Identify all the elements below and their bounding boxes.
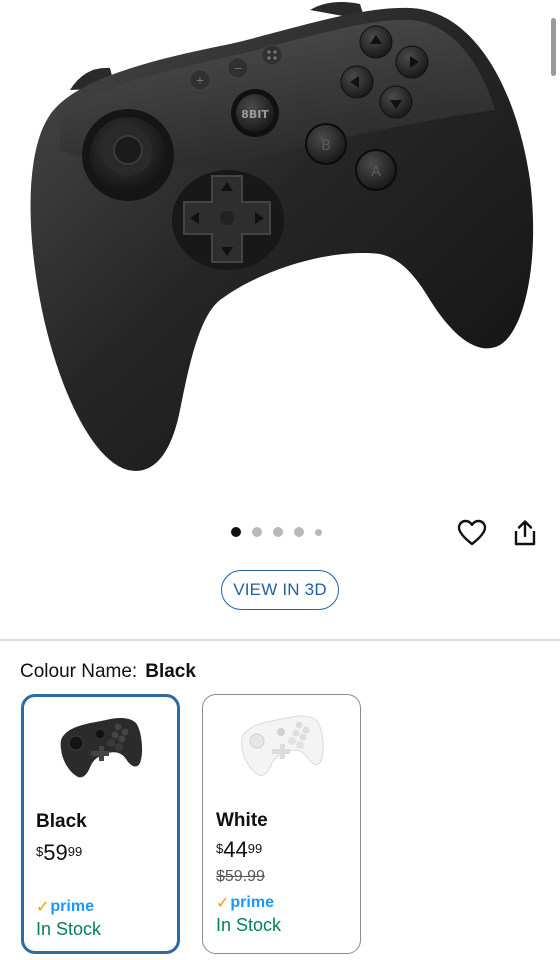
wishlist-button[interactable]	[456, 517, 488, 549]
prime-badge: ✓ prime	[36, 897, 94, 917]
gallery-dot[interactable]	[273, 527, 283, 537]
svg-text:A: A	[371, 164, 381, 180]
variant-thumbnail	[240, 715, 324, 776]
prime-check-icon: ✓	[216, 895, 230, 912]
price-fraction: 99	[67, 844, 83, 859]
svg-text:−: −	[233, 62, 242, 75]
gallery-dot[interactable]	[252, 527, 262, 537]
colour-value: Black	[145, 661, 196, 682]
product-image[interactable]: 8BIT + − B A	[0, 0, 560, 500]
colour-name-row: Colour Name: Black	[20, 659, 196, 685]
variant-price: $5999	[36, 840, 82, 866]
section-divider	[0, 639, 560, 641]
prime-label: prime	[50, 898, 94, 915]
colour-label: Colour Name:	[20, 661, 138, 682]
was-price: $59.99	[216, 868, 265, 885]
svg-text:+: +	[195, 74, 204, 87]
gallery-dot[interactable]	[315, 528, 322, 536]
price-whole: 59	[43, 840, 68, 865]
left-analog-stick	[82, 109, 174, 201]
prime-label: prime	[230, 894, 274, 911]
controller-illustration: 8BIT + − B A	[30, 2, 534, 471]
prime-check-icon: ✓	[36, 899, 50, 916]
view-in-3d-button[interactable]: VIEW IN 3D	[221, 570, 339, 610]
price-whole: 44	[223, 837, 248, 862]
variant-thumbnail	[60, 718, 142, 778]
svg-text:B: B	[321, 138, 331, 154]
b-button: B	[305, 123, 347, 165]
variant-price: $4499	[216, 837, 262, 863]
svg-text:8BIT: 8BIT	[241, 108, 269, 121]
price-fraction: 99	[247, 841, 263, 856]
heart-icon	[457, 519, 487, 546]
variant-name: White	[216, 810, 268, 831]
price-symbol: $	[36, 844, 44, 859]
gallery-dot[interactable]	[231, 527, 241, 537]
a-button: A	[355, 149, 397, 191]
stock-status: In Stock	[36, 919, 102, 939]
variant-white[interactable]: White $4499 $59.99 ✓ prime In Stock	[202, 694, 361, 954]
variant-black[interactable]: Black $5999 ✓ prime In Stock	[21, 694, 180, 954]
share-icon	[514, 520, 536, 546]
stock-status: In Stock	[216, 915, 282, 935]
variant-name: Black	[36, 811, 87, 832]
gallery-pagination	[231, 527, 322, 537]
prime-badge: ✓ prime	[216, 893, 274, 913]
dpad	[172, 170, 284, 270]
scroll-thumb[interactable]	[551, 18, 556, 76]
share-button[interactable]	[509, 517, 541, 549]
price-symbol: $	[216, 841, 224, 856]
home-button: 8BIT	[231, 89, 279, 137]
gallery-dot[interactable]	[294, 527, 304, 537]
